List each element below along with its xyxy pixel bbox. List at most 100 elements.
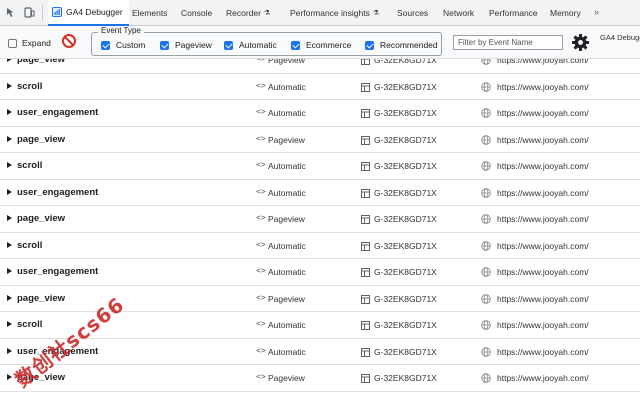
device-toolbar-icon[interactable] xyxy=(23,6,35,18)
expand-row-caret-icon[interactable] xyxy=(7,321,12,327)
more-tabs-chevron-icon[interactable]: » xyxy=(594,7,599,17)
event-type-custom[interactable]: Custom xyxy=(101,40,145,50)
code-brackets-icon: <> xyxy=(256,292,266,302)
expand-row-caret-icon[interactable] xyxy=(7,215,12,221)
measurement-id-table-icon xyxy=(361,59,370,65)
event-row[interactable]: page_view <>Pageview G-32EK8GD71X https://w… xyxy=(0,206,640,233)
experimental-flask-icon: ⚗ xyxy=(263,10,271,17)
event-name: scroll xyxy=(17,160,43,171)
event-type: Automatic xyxy=(268,267,306,277)
event-row[interactable]: user_engagement <> Automatic G-32EK8GD71X ht… xyxy=(0,259,640,286)
page-url: https://www.jooyah.com/ xyxy=(497,240,589,251)
globe-icon xyxy=(481,59,491,65)
event-row[interactable]: scroll<>AutomaticG-32EK8GD71Xhttps://www… xyxy=(0,312,640,339)
event-type-ecommerce[interactable]: Ecommerce xyxy=(291,40,351,50)
globe-icon xyxy=(481,320,491,330)
event-row[interactable]: scroll<>AutomaticG-32EK8GD71Xhttps://www… xyxy=(0,153,640,180)
event-list[interactable]: page_view<>PageviewG-32EK8GD71Xhttps://w… xyxy=(0,59,640,400)
expand-row-caret-icon[interactable] xyxy=(7,109,12,115)
tab-performance-insights[interactable]: Performance insights ⚗ xyxy=(290,0,379,26)
event-type: Automatic xyxy=(268,108,306,118)
expand-row-caret-icon[interactable] xyxy=(7,241,12,248)
gear-icon[interactable] xyxy=(571,33,590,52)
measurement-id-table-icon xyxy=(361,347,370,357)
measurement-id: G-32EK8GD71X xyxy=(374,267,437,277)
ecommerce-checkbox[interactable] xyxy=(291,40,300,50)
measurement-id-table-icon xyxy=(361,294,370,304)
expand-toggle[interactable]: Expand xyxy=(8,38,51,48)
expand-row-caret-icon[interactable] xyxy=(7,82,12,89)
event-name: user_engagement xyxy=(17,186,99,198)
ga4-debugger-icon xyxy=(52,7,62,17)
globe-icon xyxy=(481,240,491,251)
recommended-checkbox[interactable] xyxy=(365,40,374,50)
event-name: page_view xyxy=(17,59,66,65)
tab-performance[interactable]: Performance xyxy=(489,0,538,26)
filter-by-event-name-input[interactable] xyxy=(453,35,563,50)
event-type: Automatic xyxy=(268,240,306,251)
measurement-id-table-icon xyxy=(361,135,370,145)
expand-row-caret-icon[interactable] xyxy=(7,162,12,168)
tab-console[interactable]: Console xyxy=(181,0,212,26)
globe-icon xyxy=(481,187,491,198)
globe-icon xyxy=(481,293,491,304)
event-row[interactable]: scroll<>AutomaticG-32EK8GD71Xhttps://www… xyxy=(0,392,640,400)
page-url: https://www.jooyah.com/ xyxy=(497,293,589,304)
event-row[interactable]: user_engagement <> Automatic G-32EK8GD71X ht… xyxy=(0,180,640,206)
event-row[interactable]: scroll<>AutomaticG-32EK8GD71Xhttps://www… xyxy=(0,233,640,259)
globe-icon xyxy=(481,346,491,357)
event-type-automatic[interactable]: Automatic xyxy=(224,40,277,50)
event-row[interactable]: scroll<>AutomaticG-32EK8GD71Xhttps://www… xyxy=(0,74,640,100)
globe-icon xyxy=(481,267,491,277)
expand-row-caret-icon[interactable] xyxy=(7,188,12,195)
measurement-id: G-32EK8GD71X xyxy=(374,134,437,145)
event-type-recommended[interactable]: Recommended xyxy=(365,40,438,50)
globe-icon xyxy=(481,373,491,383)
expand-row-caret-icon[interactable] xyxy=(7,135,12,142)
tab-sources[interactable]: Sources xyxy=(397,0,428,26)
event-row[interactable]: page_view <>Pageview G-32EK8GD71X https://w… xyxy=(0,127,640,153)
code-brackets-icon: <> xyxy=(256,186,266,196)
event-name: page_view xyxy=(17,292,66,304)
event-type-pageview[interactable]: Pageview xyxy=(160,40,212,50)
expand-row-caret-icon[interactable] xyxy=(7,59,12,62)
expand-row-caret-icon[interactable] xyxy=(7,294,12,301)
tab-bar-divider xyxy=(42,5,43,21)
expand-row-caret-icon[interactable] xyxy=(7,374,12,380)
expand-row-caret-icon[interactable] xyxy=(7,268,12,274)
expand-checkbox[interactable] xyxy=(8,38,17,48)
measurement-id: G-32EK8GD71X xyxy=(374,346,437,357)
tab-memory[interactable]: Memory xyxy=(550,0,581,26)
pageview-checkbox[interactable] xyxy=(160,40,169,50)
event-row[interactable]: page_view <>Pageview G-32EK8GD71X https://w… xyxy=(0,286,640,312)
event-type: Pageview xyxy=(268,293,305,304)
event-name: page_view xyxy=(17,133,66,145)
event-row[interactable]: page_view <>Pageview G-32EK8GD71X https://w… xyxy=(0,59,640,74)
code-brackets-icon: <> xyxy=(256,133,266,143)
page-url: https://www.jooyah.com/ xyxy=(497,346,589,357)
tab-network[interactable]: Network xyxy=(443,0,474,26)
page-url: https://www.jooyah.com/ xyxy=(497,81,589,92)
code-brackets-icon: <> xyxy=(256,372,266,381)
measurement-id-table-icon xyxy=(361,268,370,277)
tab-ga4-debugger[interactable]: GA4 Debugger xyxy=(48,0,129,26)
automatic-checkbox[interactable] xyxy=(224,40,233,50)
measurement-id: G-32EK8GD71X xyxy=(374,59,437,65)
tab-recorder[interactable]: Recorder ⚗ xyxy=(226,0,270,26)
tab-elements[interactable]: Elements xyxy=(132,0,167,26)
page-url: https://www.jooyah.com/ xyxy=(497,373,589,383)
custom-checkbox[interactable] xyxy=(101,40,110,50)
event-name: page_view xyxy=(17,372,66,383)
event-row[interactable]: page_view <>Pageview G-32EK8GD71X https://w… xyxy=(0,365,640,392)
expand-row-caret-icon[interactable] xyxy=(7,347,12,354)
page-url: https://www.jooyah.com/ xyxy=(497,320,589,330)
inspect-element-icon[interactable] xyxy=(5,6,17,18)
event-row[interactable]: user_engagement <> Automatic G-32EK8GD71X ht… xyxy=(0,100,640,127)
event-row[interactable]: user_engagement <> Automatic G-32EK8GD71X ht… xyxy=(0,339,640,365)
globe-icon xyxy=(481,214,491,224)
measurement-id-table-icon xyxy=(361,374,370,383)
measurement-id-table-icon xyxy=(361,321,370,330)
code-brackets-icon: <> xyxy=(256,266,266,275)
page-url: https://www.jooyah.com/ xyxy=(497,214,589,224)
clear-events-icon[interactable] xyxy=(61,33,77,49)
